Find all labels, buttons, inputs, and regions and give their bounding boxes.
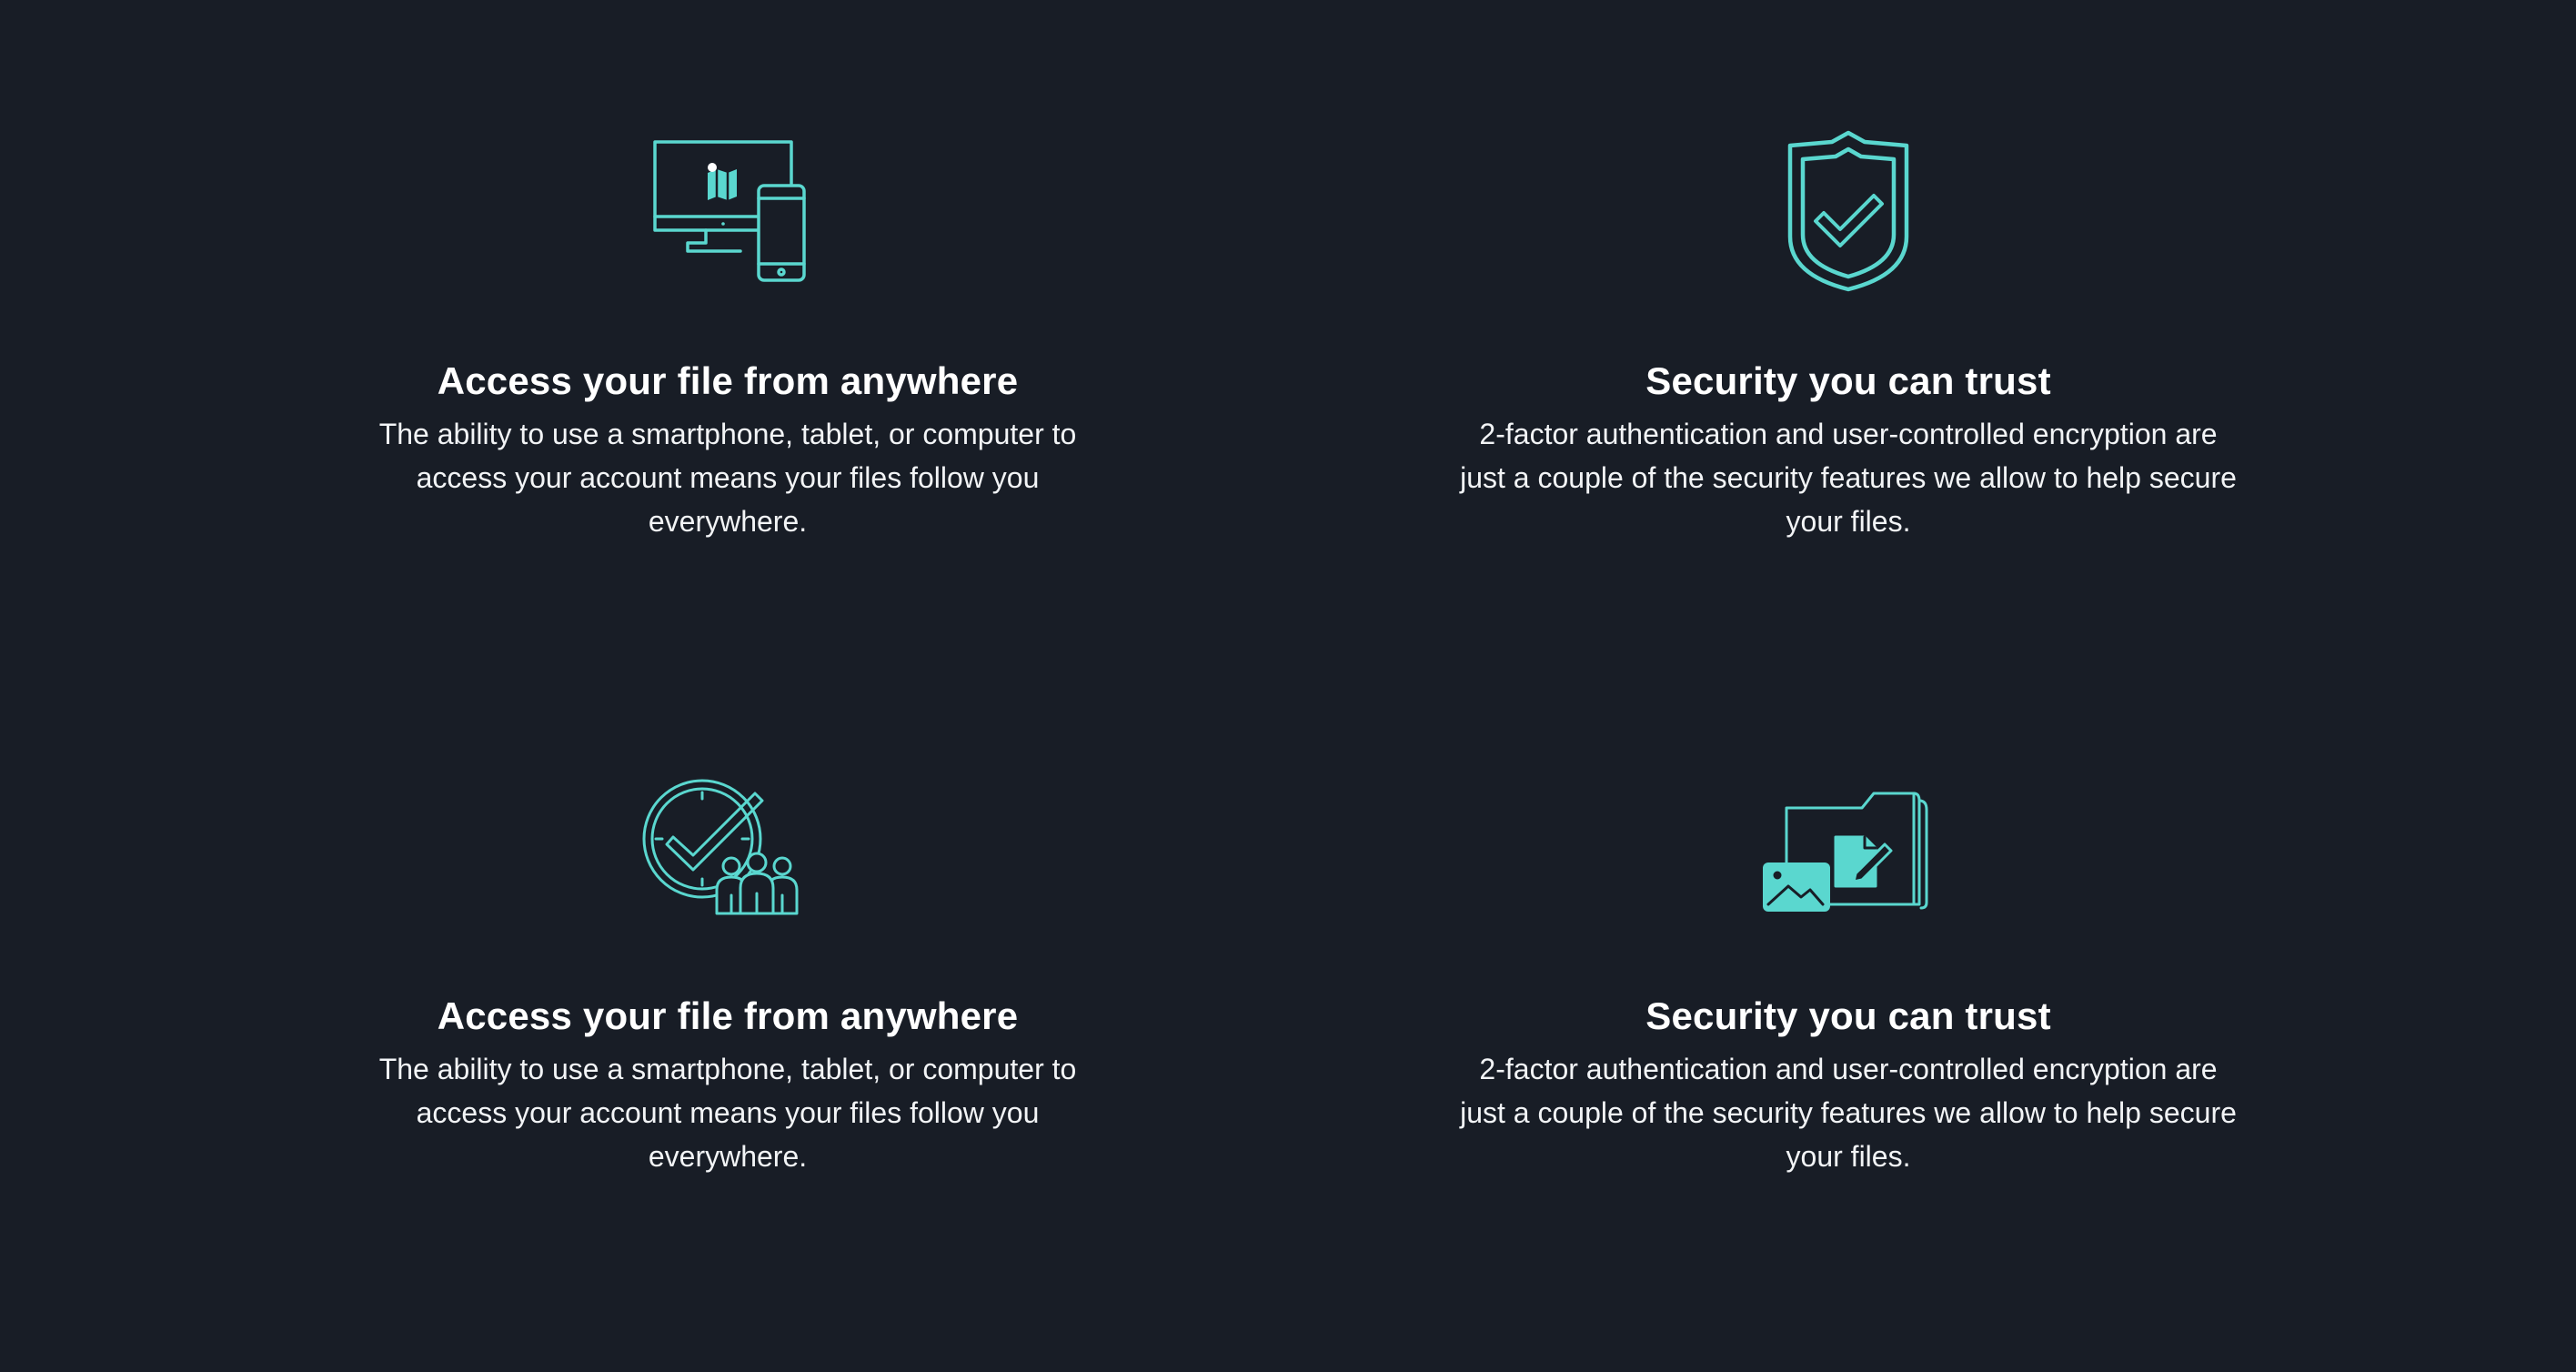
feature-description: 2-factor authentication and user-control… <box>1460 1053 2237 1173</box>
feature-title: Access your file from anywhere <box>437 359 1019 402</box>
feature-description: The ability to use a smartphone, tablet,… <box>378 418 1077 538</box>
shield-check-icon <box>1757 127 1939 309</box>
devices-icon <box>637 127 819 309</box>
feature-title: Access your file from anywhere <box>437 994 1019 1037</box>
feature-card-security: Security you can trust 2-factor authenti… <box>1439 127 2258 543</box>
feature-title: Security you can trust <box>1645 359 2051 402</box>
feature-card-access-anywhere-2: Access your file from anywhere The abili… <box>318 762 1137 1178</box>
feature-description: 2-factor authentication and user-control… <box>1460 418 2237 538</box>
team-clock-check-icon <box>637 762 819 944</box>
feature-description: The ability to use a smartphone, tablet,… <box>378 1053 1077 1173</box>
feature-title: Security you can trust <box>1645 994 2051 1037</box>
folder-files-icon <box>1757 762 1939 944</box>
feature-card-security-2: Security you can trust 2-factor authenti… <box>1439 762 2258 1178</box>
feature-card-access-anywhere: Access your file from anywhere The abili… <box>318 127 1137 543</box>
features-grid: Access your file from anywhere The abili… <box>0 0 2576 1372</box>
